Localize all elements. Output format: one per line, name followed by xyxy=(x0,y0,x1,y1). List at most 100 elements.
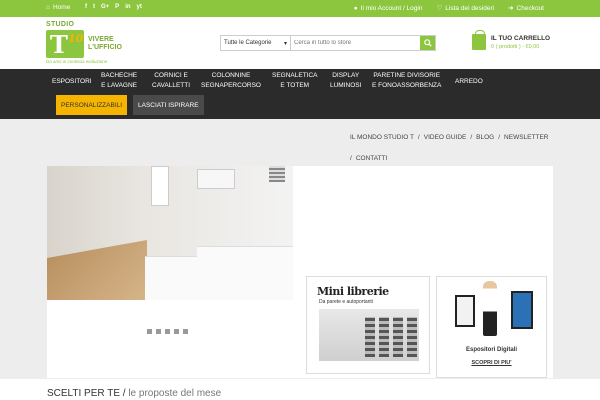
slider-dots xyxy=(147,329,188,334)
promo-card-espositori-digitali[interactable]: Espositori Digitali SCOPRI DI PIU' xyxy=(436,276,547,378)
person-graphic xyxy=(483,281,497,336)
home-link[interactable]: ⌂ Home xyxy=(46,4,70,11)
nav-item-label-2: E LAVAGNE xyxy=(101,82,137,89)
nav-item-bacheche[interactable]: BACHECHE E LAVAGNE xyxy=(101,71,137,91)
hero-banner: IL MONDO STUDIO T / VIDEO GUIDE / BLOG /… xyxy=(0,119,600,379)
link-contatti[interactable]: CONTATTI xyxy=(356,150,388,167)
logo-number: 10 xyxy=(68,32,84,45)
nav-item-label: ARREDO xyxy=(455,78,483,85)
slider-dot[interactable] xyxy=(183,329,188,334)
promo-card-mini-librerie[interactable]: Mini librerie Da parete e autoportanti xyxy=(306,276,430,374)
google-plus-icon[interactable]: G+ xyxy=(101,4,109,10)
logo-tagline-line1: VIVERE xyxy=(88,36,114,43)
wishlist-label: Lista dei desideri xyxy=(445,4,495,12)
cart-widget[interactable]: IL TUO CARRELLO 0 ( prodotti ) - €0,00 xyxy=(472,30,562,56)
link-video-guide[interactable]: VIDEO GUIDE xyxy=(424,129,467,146)
home-icon: ⌂ xyxy=(46,4,50,11)
bookcase-graphic xyxy=(393,317,403,357)
heart-icon: ♡ xyxy=(436,5,443,12)
display-graphic xyxy=(511,291,533,329)
slider-dot[interactable] xyxy=(156,329,161,334)
logo-subtitle: Da anni in continua evoluzione xyxy=(46,59,108,64)
social-links: f t G+ P in yt xyxy=(85,4,142,10)
section-subtitle: le proposte del mese xyxy=(128,388,222,399)
logo-studio: STUDIO xyxy=(46,21,75,28)
home-label: Home xyxy=(52,4,71,11)
shelf-graphic xyxy=(151,166,169,206)
separator: / xyxy=(498,134,501,141)
step-graphic xyxy=(197,246,293,300)
linkedin-icon[interactable]: in xyxy=(125,4,130,10)
separator: / xyxy=(470,134,473,141)
secondary-links: IL MONDO STUDIO T / VIDEO GUIDE / BLOG /… xyxy=(350,129,550,167)
nav-item-label-2: CAVALLETTI xyxy=(152,82,191,89)
nav-item-espositori[interactable]: ESPOSITORI xyxy=(52,77,92,87)
search-input[interactable] xyxy=(291,36,420,50)
link-blog[interactable]: BLOG xyxy=(476,129,494,146)
pinterest-icon[interactable]: P xyxy=(115,4,119,10)
separator: / xyxy=(417,134,420,141)
promo-image xyxy=(445,281,541,339)
slider-image[interactable] xyxy=(47,166,293,300)
nav-chip-personalizzabili[interactable]: PERSONALIZZABILI xyxy=(56,95,128,115)
section-heading: SCELTI PER TE / le proposte del mese xyxy=(47,388,221,399)
nav-chip-lasciati-ispirare[interactable]: LASCIATI ISPIRARE xyxy=(133,95,204,115)
display-graphic xyxy=(455,295,475,327)
nav-item-colonnine[interactable]: COLONNINE SEGNAPERCORSO xyxy=(201,71,261,91)
logo[interactable]: STUDIO T 10 Da anni in continua evoluzio… xyxy=(46,21,146,65)
logo-letter: T xyxy=(50,30,68,59)
separator: / xyxy=(350,155,352,162)
nav-item-arredo[interactable]: ARREDO xyxy=(455,77,483,87)
bookcase-graphic xyxy=(379,317,389,357)
search-icon xyxy=(423,39,432,47)
nav-item-label-2: E TOTEM xyxy=(280,82,310,89)
shelf-graphic xyxy=(197,169,235,189)
promo-title: Mini librerie xyxy=(317,285,389,298)
nav-item-label: DISPLAY xyxy=(332,72,360,79)
step-graphic xyxy=(145,256,205,300)
main-nav: ESPOSITORI BACHECHE E LAVAGNE CORNICI E … xyxy=(0,69,600,119)
top-bar: ⌂ Home f t G+ P in yt ● Il mio Account /… xyxy=(0,0,600,17)
logo-tagline: VIVERE L'UFFICIO xyxy=(88,36,122,52)
bookcase-graphic xyxy=(407,317,417,357)
nav-item-segnaletica[interactable]: SEGNALETICA E TOTEM xyxy=(272,71,318,91)
search-bar: Tutte le Categorie ▾ xyxy=(220,35,436,51)
nav-item-label: ESPOSITORI xyxy=(52,78,92,85)
cart-title: IL TUO CARRELLO xyxy=(491,35,551,42)
nav-item-label-2: LUMINOSI xyxy=(330,82,362,89)
nav-item-label: SEGNALETICA xyxy=(272,72,318,79)
nav-item-label: PARETINE DIVISORIE xyxy=(373,72,441,79)
link-newsletter[interactable]: NEWSLETTER xyxy=(504,129,548,146)
wishlist-link[interactable]: ♡ Lista dei desideri xyxy=(436,4,495,13)
rack-graphic xyxy=(269,166,285,182)
promo-title: Espositori Digitali xyxy=(465,347,517,353)
shopping-bag-icon xyxy=(472,30,486,50)
bookcase-graphic xyxy=(365,317,375,357)
slider-dot[interactable] xyxy=(174,329,179,334)
nav-item-cornici[interactable]: CORNICI E CAVALLETTI xyxy=(152,71,190,91)
nav-item-paretine[interactable]: PARETINE DIVISORIE E FONOASSORBENZA xyxy=(372,71,441,91)
arrow-right-icon: ➜ xyxy=(508,5,514,12)
nav-item-display[interactable]: DISPLAY LUMINOSI xyxy=(330,71,361,91)
account-label: Il mio Account / Login xyxy=(360,4,423,12)
promo-image xyxy=(319,309,419,361)
floor-graphic xyxy=(47,240,147,300)
category-select[interactable]: Tutte le Categorie ▾ xyxy=(221,36,291,50)
twitter-icon[interactable]: t xyxy=(93,4,95,10)
search-button[interactable] xyxy=(420,36,435,50)
nav-item-label-2: E FONOASSORBENZA xyxy=(372,82,442,89)
slider-dot[interactable] xyxy=(165,329,170,334)
youtube-icon[interactable]: yt xyxy=(137,4,142,10)
link-mondo-studio-t[interactable]: IL MONDO STUDIO T xyxy=(350,129,414,146)
slider-dot[interactable] xyxy=(147,329,152,334)
promo-cta-link[interactable]: SCOPRI DI PIU' xyxy=(437,360,546,366)
user-icon: ● xyxy=(353,4,358,12)
account-link[interactable]: ● Il mio Account / Login xyxy=(354,4,423,12)
category-select-value: Tutte le Categorie xyxy=(224,40,272,46)
section-title: SCELTI PER TE xyxy=(47,388,120,399)
nav-item-label: CORNICI E xyxy=(154,72,188,79)
facebook-icon[interactable]: f xyxy=(85,4,87,10)
logo-tagline-line2: L'UFFICIO xyxy=(88,44,122,51)
checkout-link[interactable]: ➜ Checkout xyxy=(508,4,544,13)
checkout-label: Checkout xyxy=(516,4,544,12)
